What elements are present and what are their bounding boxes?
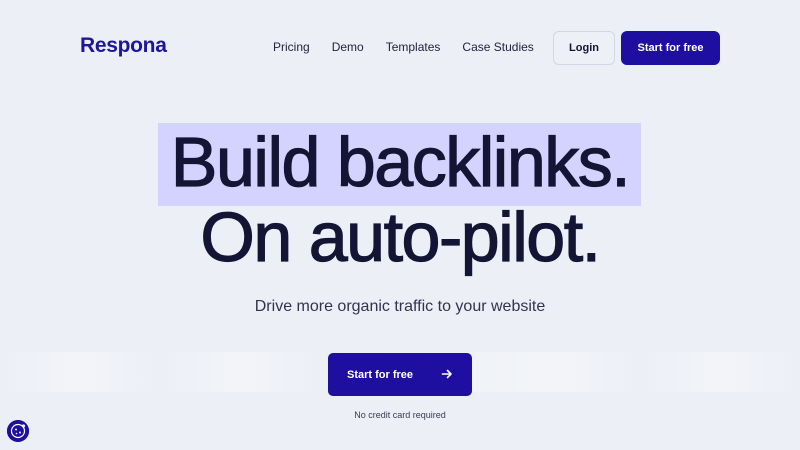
headline-line-2: On auto-pilot. [200,197,602,276]
nav-link-templates[interactable]: Templates [386,40,441,54]
nav-link-pricing[interactable]: Pricing [273,40,310,54]
page: Respona Pricing Demo Templates Case Stud… [0,0,800,450]
main-nav: Pricing Demo Templates Case Studies [273,40,556,54]
start-for-free-header-button[interactable]: Start for free [621,31,720,65]
cta-label: Start for free [347,368,414,381]
nav-link-case-studies[interactable]: Case Studies [462,40,533,54]
cookie-icon [7,420,29,442]
start-for-free-hero-button[interactable]: Start for free [328,353,472,396]
nav-link-demo[interactable]: Demo [332,40,364,54]
cookie-settings-button[interactable] [7,420,29,442]
arrow-right-icon [441,369,452,379]
no-credit-card-note: No credit card required [354,410,446,420]
hero-subtitle: Drive more organic traffic to your websi… [254,298,546,315]
login-button[interactable]: Login [553,31,615,65]
headline-line-1: Build backlinks. [170,122,631,201]
brand-logo[interactable]: Respona [80,34,167,58]
